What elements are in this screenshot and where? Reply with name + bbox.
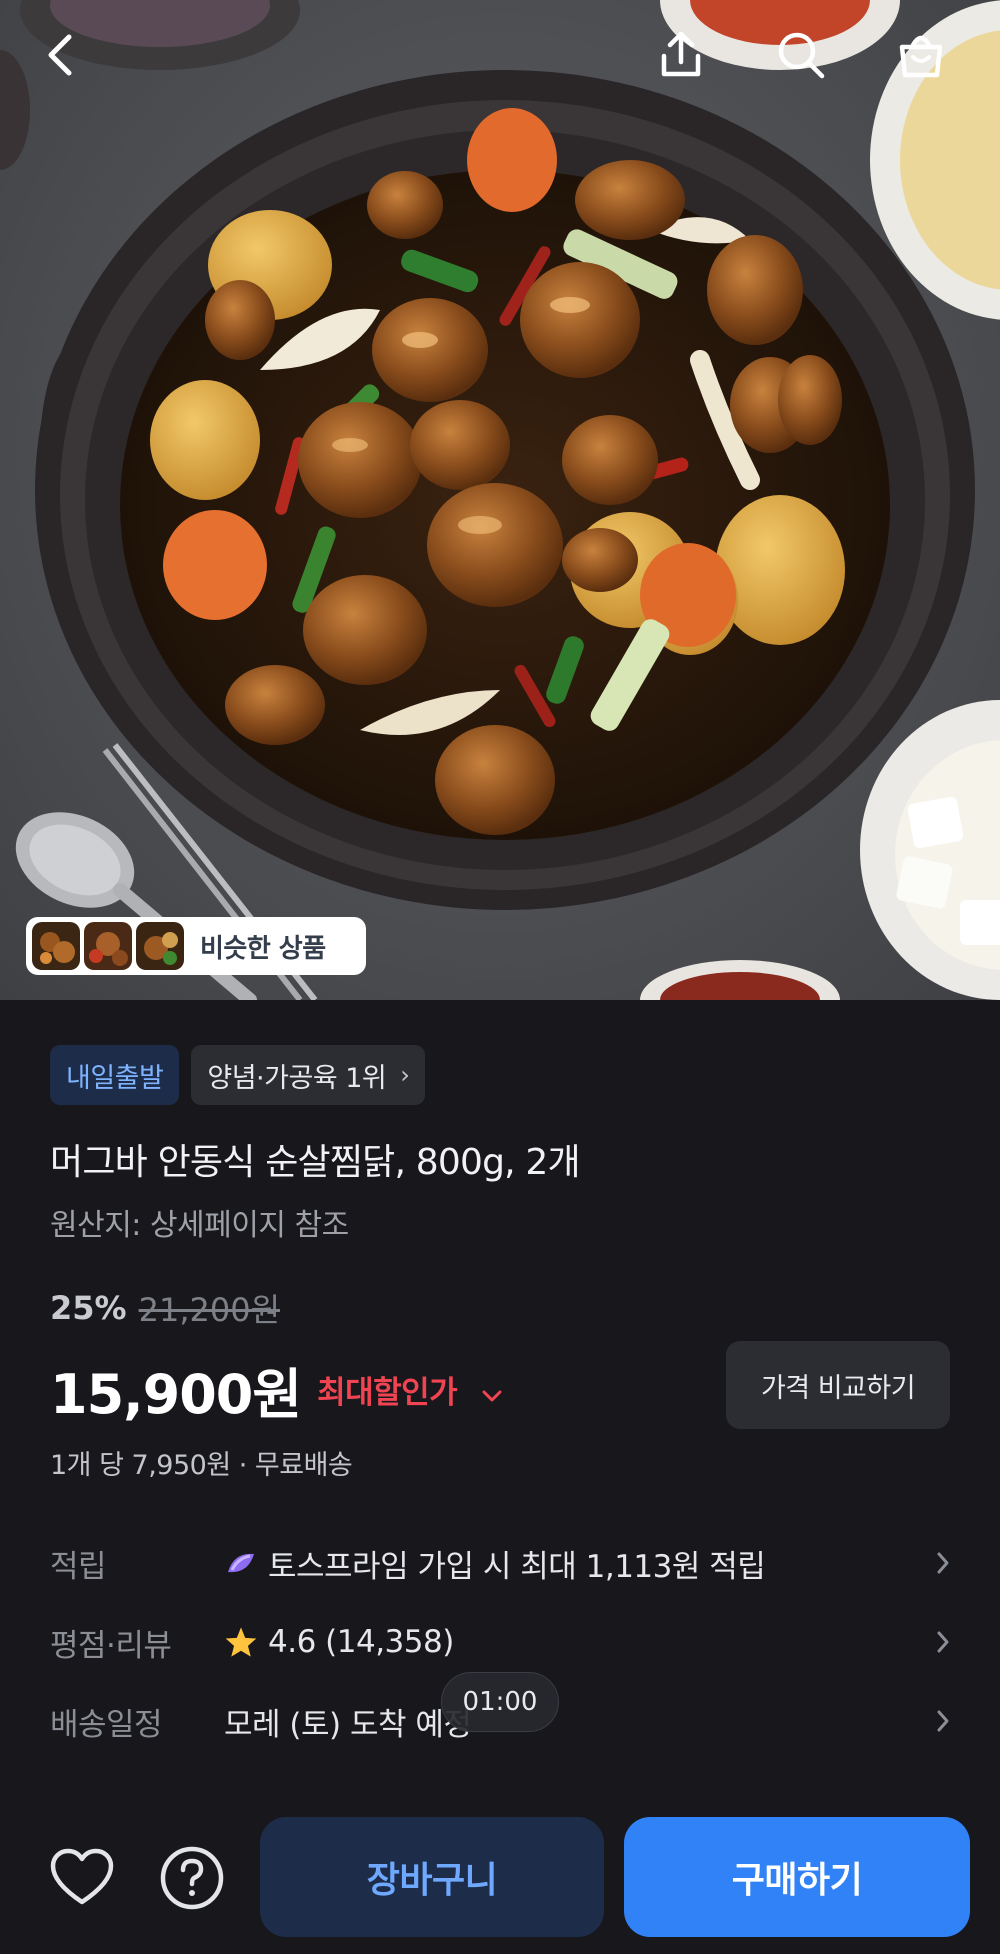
info-value: 토스프라임 가입 시 최대 1,113원 적립 xyxy=(268,1548,766,1585)
similar-products-label: 비슷한 상품 xyxy=(200,933,326,964)
info-label: 평점·리뷰 xyxy=(50,1627,172,1664)
max-discount-label: 최대할인가 xyxy=(317,1375,458,1411)
similar-product-thumb xyxy=(32,922,80,970)
buy-now-button[interactable]: 구매하기 xyxy=(624,1817,970,1937)
chevron-right-icon: › xyxy=(400,1061,410,1089)
chevron-right-icon xyxy=(920,1630,950,1654)
unit-price-shipping: 1개 당 7,950원 · 무료배송 xyxy=(50,1450,353,1481)
chevron-left-icon xyxy=(48,34,72,76)
discount-percent: 25% xyxy=(50,1289,127,1327)
braised-chicken-photo xyxy=(0,0,1000,1000)
similar-product-thumb xyxy=(136,922,184,970)
chevron-right-icon xyxy=(920,1709,950,1733)
share-icon xyxy=(661,31,701,77)
question-icon xyxy=(160,1846,224,1910)
product-title: 머그바 안동식 순살찜닭, 800g, 2개 xyxy=(50,1142,581,1183)
similar-product-thumb xyxy=(84,922,132,970)
info-value: 4.6 (14,358) xyxy=(268,1624,454,1660)
chevron-down-icon xyxy=(481,1375,503,1411)
help-button[interactable] xyxy=(156,1842,228,1914)
price-compare-button[interactable]: 가격 비교하기 xyxy=(726,1341,950,1429)
info-label: 배송일정 xyxy=(50,1706,163,1743)
delivery-badge: 내일출발 xyxy=(50,1045,180,1105)
shopping-bag-icon xyxy=(899,35,943,78)
price-row: 15,900원 최대할인가 xyxy=(50,1350,503,1429)
info-row-rating[interactable]: 평점·리뷰 4.6 (14,358) xyxy=(50,1612,950,1672)
wishlist-button[interactable] xyxy=(46,1842,118,1914)
info-row-points[interactable]: 적립 토스프라임 가입 시 최대 1,113원 적립 xyxy=(50,1533,950,1593)
share-button[interactable] xyxy=(646,20,716,90)
product-image[interactable]: 비슷한 상품 xyxy=(0,0,1000,1000)
similar-products-chip[interactable]: 비슷한 상품 xyxy=(26,917,366,975)
info-label: 적립 xyxy=(50,1548,107,1585)
product-origin: 원산지: 상세페이지 참조 xyxy=(50,1208,349,1243)
ranking-badge[interactable]: 양념·가공육 1위 › xyxy=(191,1045,426,1105)
discount-row: 25% 21,200원 xyxy=(50,1285,280,1331)
ranking-badge-label: 양념·가공육 1위 xyxy=(207,1062,387,1094)
search-icon xyxy=(778,32,825,79)
search-button[interactable] xyxy=(766,20,836,90)
original-price: 21,200원 xyxy=(138,1291,281,1329)
toss-prime-icon xyxy=(224,1548,258,1578)
add-to-cart-button[interactable]: 장바구니 xyxy=(260,1817,604,1937)
cart-button[interactable] xyxy=(886,20,956,90)
timer-badge: 01:00 xyxy=(441,1672,559,1732)
sale-price: 15,900원 xyxy=(50,1363,302,1426)
star-icon xyxy=(224,1626,258,1658)
heart-icon xyxy=(50,1848,114,1905)
back-button[interactable] xyxy=(26,20,96,90)
badge-row: 내일출발 양념·가공육 1위 › xyxy=(50,1045,426,1105)
chevron-right-icon xyxy=(920,1551,950,1575)
info-value: 모레 (토) 도착 예정 xyxy=(224,1706,472,1743)
delivery-badge-label: 내일출발 xyxy=(66,1062,164,1094)
max-discount-toggle[interactable]: 최대할인가 xyxy=(317,1367,503,1412)
